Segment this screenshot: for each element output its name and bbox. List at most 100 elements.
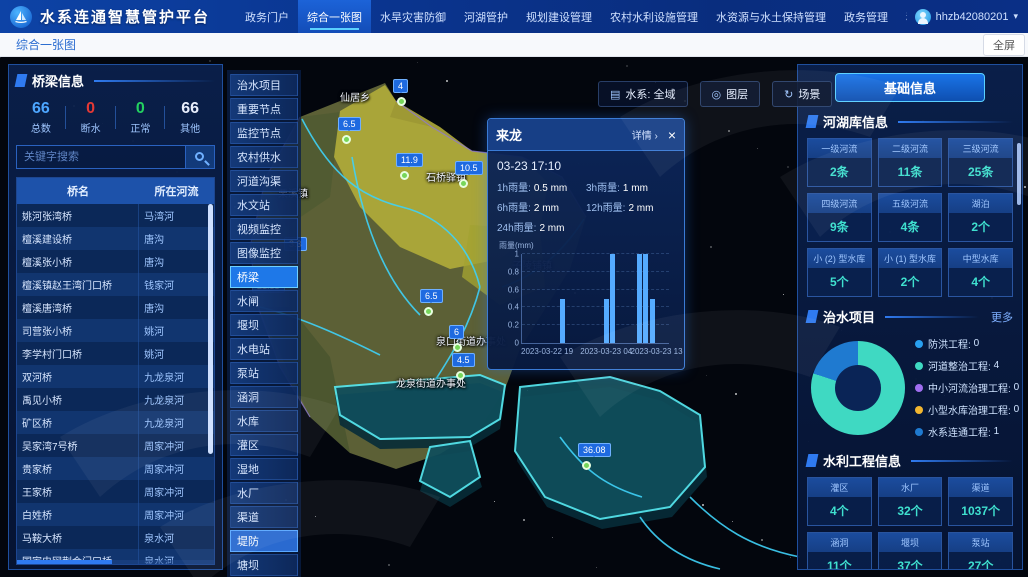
nav-item[interactable]: 移动工作管理	[897, 0, 907, 33]
nav-item[interactable]: 政务门户	[236, 0, 298, 33]
layer-menu-item[interactable]: 治水项目	[230, 74, 298, 96]
layer-menu-item[interactable]: 视频监控	[230, 218, 298, 240]
layer-menu-item[interactable]: 泵站	[230, 362, 298, 384]
table-row[interactable]: 白姓桥 周家冲河	[17, 503, 214, 526]
nav-item[interactable]: 规划建设管理	[517, 0, 601, 33]
tile-value: 9条	[808, 213, 871, 241]
popup-title: 来龙	[496, 125, 632, 144]
map-value-badge[interactable]: 4.5	[452, 353, 475, 367]
table-row[interactable]: 双河桥 九龙泉河	[17, 365, 214, 388]
stat-tile[interactable]: 小 (2) 型水库 5个	[807, 248, 872, 297]
station-pin-icon[interactable]	[424, 307, 433, 316]
table-row[interactable]: 贵家桥 周家冲河	[17, 457, 214, 480]
map-control-button[interactable]: ▤ 水系: 全域	[598, 81, 688, 107]
nav-item[interactable]: 河湖管护	[455, 0, 517, 33]
user-menu[interactable]: hhzb42080201 ▾	[915, 9, 1018, 25]
layer-menu-item[interactable]: 水闸	[230, 290, 298, 312]
stat-tile[interactable]: 湖泊 2个	[948, 193, 1013, 242]
stat-tile[interactable]: 三级河流 25条	[948, 138, 1013, 187]
map-value-badge[interactable]: 6.5	[338, 117, 361, 131]
map-control-button[interactable]: ◎ 图层	[700, 81, 761, 107]
panel-scrollbar[interactable]	[1017, 143, 1021, 205]
station-pin-icon[interactable]	[582, 461, 591, 470]
table-row[interactable]: 檀溪唐湾桥 唐沟	[17, 296, 214, 319]
stat-tile[interactable]: 中型水库 4个	[948, 248, 1013, 297]
layer-menu-item[interactable]: 水文站	[230, 194, 298, 216]
table-row[interactable]: 李学村门口桥 姚河	[17, 342, 214, 365]
station-pin-icon[interactable]	[342, 135, 351, 144]
table-row[interactable]: 马鞍大桥 泉水河	[17, 526, 214, 549]
nav-item[interactable]: 政务管理	[835, 0, 897, 33]
layer-menu-item[interactable]: 农村供水	[230, 146, 298, 168]
nav-item[interactable]: 水资源与水土保持管理	[707, 0, 835, 33]
stat-tile[interactable]: 灌区 4个	[807, 477, 872, 526]
layer-menu-item[interactable]: 河道沟渠	[230, 170, 298, 192]
map-canvas[interactable]: 仙居乡栗溪镇石桥驿镇子陵铺镇泉口街道办事处龙泉街道办事处 46.511.910.…	[0, 57, 1028, 577]
layer-menu-item[interactable]: 水库	[230, 410, 298, 432]
station-pin-icon[interactable]	[456, 371, 465, 380]
table-row[interactable]: 檀溪张小桥 唐沟	[17, 250, 214, 273]
stat-tile[interactable]: 小 (1) 型水库 2个	[878, 248, 943, 297]
layer-menu-item[interactable]: 桥梁	[230, 266, 298, 288]
rivers-section-title: 河湖库信息	[823, 112, 888, 131]
more-link[interactable]: 更多	[991, 309, 1013, 325]
layer-menu-item[interactable]: 堤防	[230, 530, 298, 552]
station-pin-icon[interactable]	[453, 343, 462, 352]
stat-tile[interactable]: 渠道 1037个	[948, 477, 1013, 526]
layer-menu-item[interactable]: 灌区	[230, 434, 298, 456]
table-row[interactable]: 檀溪建设桥 唐沟	[17, 227, 214, 250]
stat-tile[interactable]: 一级河流 2条	[807, 138, 872, 187]
table-row[interactable]: 檀溪镇赵王湾门口桥 钱家河	[17, 273, 214, 296]
app-title: 水系连通智慧管护平台	[40, 6, 210, 27]
layer-menu-item[interactable]: 水厂	[230, 482, 298, 504]
stat-tile[interactable]: 四级河流 9条	[807, 193, 872, 242]
layer-menu-item[interactable]: 塘坝	[230, 554, 298, 576]
map-control-button[interactable]: ↻ 场景	[772, 81, 832, 107]
station-pin-icon[interactable]	[397, 97, 406, 106]
bridge-table-header: 桥名 所在河流	[17, 178, 214, 204]
bridge-stat-value: 0	[66, 100, 116, 118]
table-row[interactable]: 姚河张湾桥 马湾河	[17, 204, 214, 227]
vertical-scrollbar[interactable]	[208, 204, 213, 454]
stat-tile[interactable]: 水厂 32个	[878, 477, 943, 526]
stat-tile[interactable]: 堰坝 37个	[878, 532, 943, 570]
search-button[interactable]	[185, 145, 215, 169]
stat-tile[interactable]: 五级河流 4条	[878, 193, 943, 242]
layer-menu-item[interactable]: 渠道	[230, 506, 298, 528]
tile-value: 27个	[949, 552, 1012, 570]
close-icon[interactable]: ×	[668, 128, 676, 142]
layer-menu-item[interactable]: 图像监控	[230, 242, 298, 264]
map-value-badge[interactable]: 36.08	[578, 443, 611, 457]
layer-menu-item[interactable]: 湿地	[230, 458, 298, 480]
breadcrumb[interactable]: 综合一张图	[16, 36, 76, 53]
stat-tile[interactable]: 二级河流 11条	[878, 138, 943, 187]
table-row[interactable]: 王家桥 周家冲河	[17, 480, 214, 503]
station-pin-icon[interactable]	[459, 179, 468, 188]
map-value-badge[interactable]: 11.9	[396, 153, 423, 167]
map-value-badge[interactable]: 6	[449, 325, 464, 339]
table-row[interactable]: 吴家湾7号桥 周家冲河	[17, 434, 214, 457]
table-row[interactable]: 矿区桥 九龙泉河	[17, 411, 214, 434]
detail-link[interactable]: 详情 ›	[632, 127, 658, 142]
layer-menu-item[interactable]: 水电站	[230, 338, 298, 360]
river-name-cell: 姚河	[139, 342, 214, 365]
map-value-badge[interactable]: 6.5	[420, 289, 443, 303]
nav-item[interactable]: 农村水利设施管理	[601, 0, 707, 33]
table-row[interactable]: 禹见小桥 九龙泉河	[17, 388, 214, 411]
basic-info-button[interactable]: 基础信息	[835, 73, 985, 102]
layer-menu-item[interactable]: 堰坝	[230, 314, 298, 336]
stat-tile[interactable]: 泵站 27个	[948, 532, 1013, 570]
map-value-badge[interactable]: 10.5	[455, 161, 483, 175]
nav-item[interactable]: 综合一张图	[298, 0, 371, 33]
table-row[interactable]: 司营张小桥 姚河	[17, 319, 214, 342]
map-value-badge[interactable]: 4	[393, 79, 408, 93]
layer-menu-item[interactable]: 监控节点	[230, 122, 298, 144]
nav-item[interactable]: 水旱灾害防御	[371, 0, 455, 33]
stat-tile[interactable]: 涵洞 11个	[807, 532, 872, 570]
station-pin-icon[interactable]	[400, 171, 409, 180]
layer-menu-item[interactable]: 涵洞	[230, 386, 298, 408]
fullscreen-button[interactable]: 全屏	[983, 34, 1025, 56]
search-input[interactable]	[16, 145, 185, 169]
layer-menu-item[interactable]: 重要节点	[230, 98, 298, 120]
horizontal-scrollbar[interactable]	[17, 560, 214, 564]
